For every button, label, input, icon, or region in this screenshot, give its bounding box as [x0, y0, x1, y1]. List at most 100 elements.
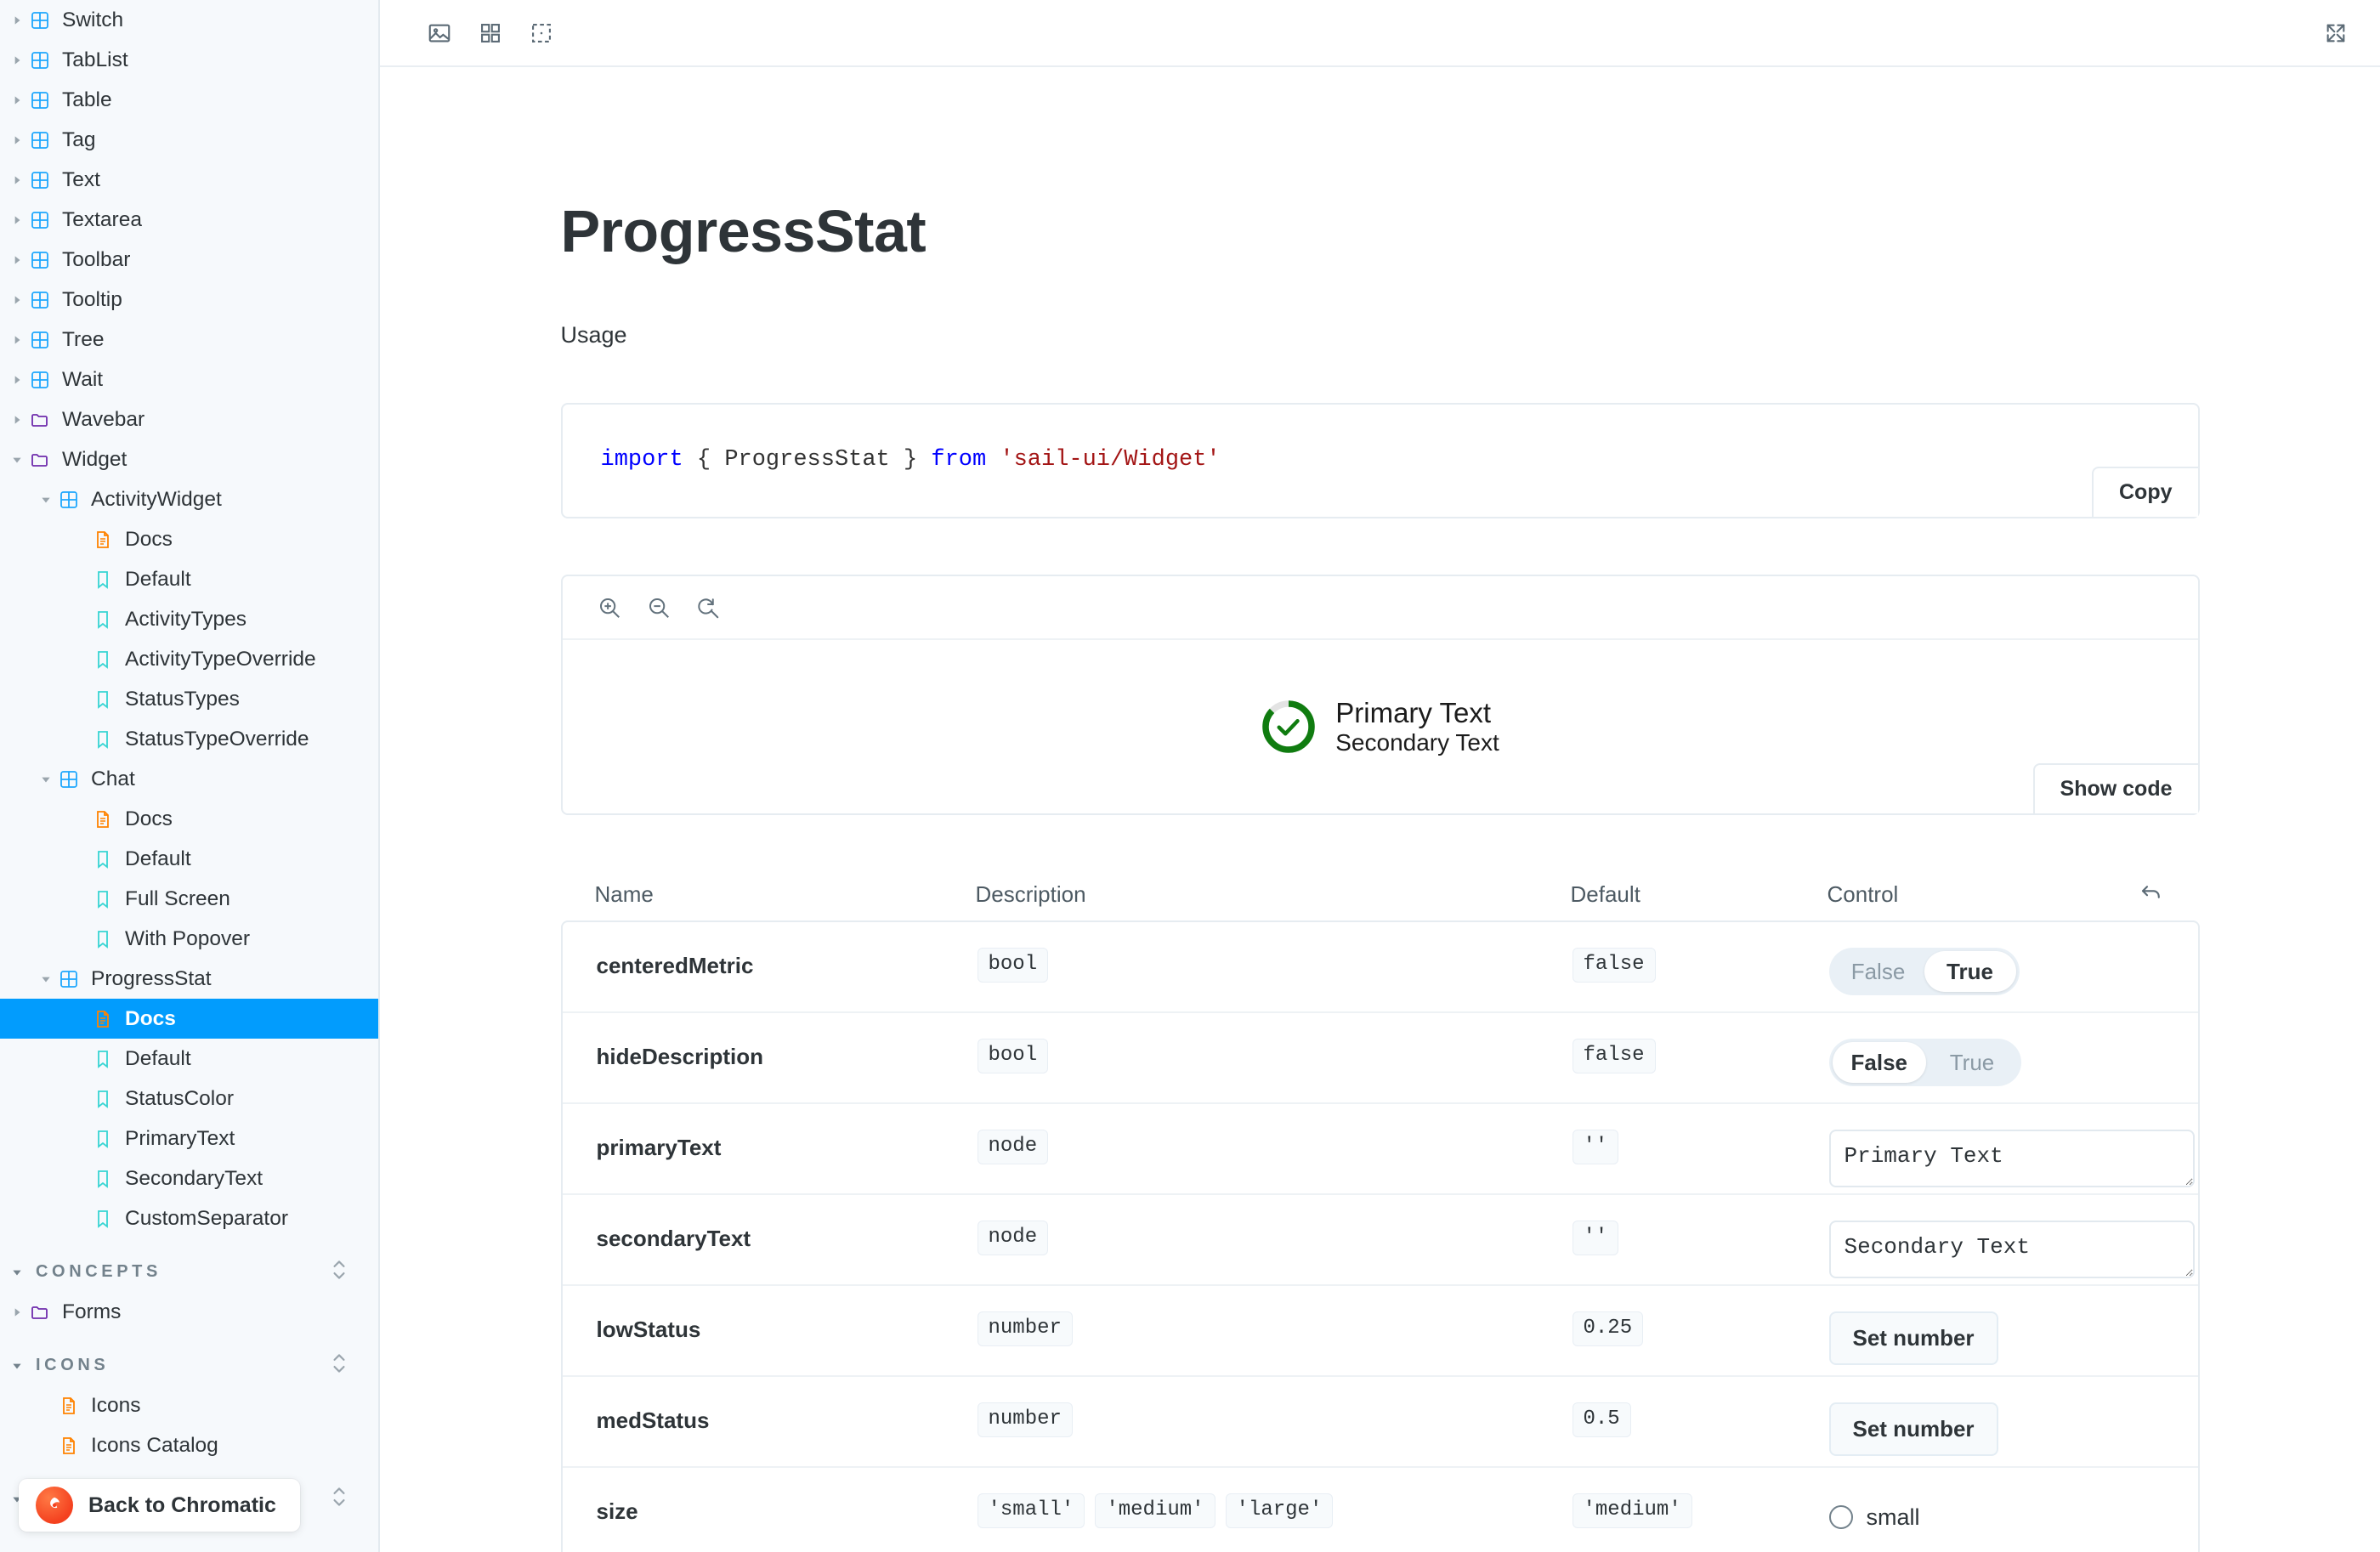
table-row: primaryText node '' — [562, 1104, 2198, 1195]
selection-icon[interactable] — [516, 8, 567, 59]
secondaryText-textarea[interactable] — [1828, 1221, 2195, 1278]
sidebar-item-toolbar[interactable]: Toolbar — [0, 240, 378, 280]
bool-toggle-option-true[interactable]: True — [1924, 951, 2016, 992]
sidebar-item-tag[interactable]: Tag — [0, 120, 378, 160]
sidebar-item-wavebar[interactable]: Wavebar — [0, 399, 378, 439]
expand-collapse-icon[interactable] — [329, 1484, 349, 1515]
chevron-down-icon[interactable] — [37, 959, 54, 999]
zoom-in-icon[interactable] — [585, 583, 634, 632]
chevron-right-icon[interactable] — [8, 0, 26, 40]
sidebar-item-docs[interactable]: Docs — [0, 519, 378, 559]
component-icon — [26, 370, 54, 390]
sidebar-item-table[interactable]: Table — [0, 80, 378, 120]
reset-controls-icon[interactable] — [2139, 881, 2164, 907]
docs-icon — [88, 809, 117, 830]
chevron-right-icon[interactable] — [8, 360, 26, 399]
chevron-down-icon[interactable] — [37, 759, 54, 799]
chevron-down-icon[interactable] — [8, 439, 26, 479]
sidebar-section-icons[interactable]: ICONS — [0, 1345, 378, 1385]
sidebar-item-switch[interactable]: Switch — [0, 0, 378, 40]
chevron-right-icon[interactable] — [8, 200, 26, 240]
sidebar-item-secondarytext[interactable]: SecondaryText — [0, 1158, 378, 1198]
sidebar-item-label: Icons Catalog — [91, 1433, 218, 1457]
chevron-down-icon[interactable] — [8, 1252, 26, 1292]
sidebar-section-concepts[interactable]: CONCEPTS — [0, 1252, 378, 1292]
chevron-right-icon[interactable] — [8, 280, 26, 320]
sidebar-item-primarytext[interactable]: PrimaryText — [0, 1119, 378, 1158]
sidebar-item-statustypeoverride[interactable]: StatusTypeOverride — [0, 719, 378, 759]
chevron-down-icon[interactable] — [37, 479, 54, 519]
chevron-right-icon[interactable] — [8, 40, 26, 80]
chevron-right-icon[interactable] — [8, 80, 26, 120]
sidebar-item-widget[interactable]: Widget — [0, 439, 378, 479]
bool-toggle[interactable]: False True — [1828, 948, 2020, 995]
bool-toggle-option-true[interactable]: True — [1926, 1042, 2018, 1083]
sidebar-item-chat[interactable]: Chat — [0, 759, 378, 799]
chevron-down-icon[interactable] — [8, 1345, 26, 1385]
grid-icon[interactable] — [465, 8, 516, 59]
sidebar-item-activitytypes[interactable]: ActivityTypes — [0, 599, 378, 639]
sidebar-section-label: CONCEPTS — [36, 1262, 162, 1281]
expand-icon[interactable] — [2310, 8, 2361, 59]
arg-default: false — [1572, 1039, 1829, 1074]
sidebar-item-docs[interactable]: Docs — [0, 999, 378, 1039]
chevron-right-icon[interactable] — [8, 160, 26, 200]
sidebar-item-activitywidget[interactable]: ActivityWidget — [0, 479, 378, 519]
chromatic-logo-icon — [36, 1487, 73, 1524]
sidebar-item-tooltip[interactable]: Tooltip — [0, 280, 378, 320]
sidebar-item-default[interactable]: Default — [0, 839, 378, 879]
component-icon — [26, 330, 54, 350]
radio-option-medium[interactable]: medium — [1829, 1541, 2164, 1552]
args-table: Name Description Default Control centere… — [560, 868, 2200, 1552]
sidebar-item-customseparator[interactable]: CustomSeparator — [0, 1198, 378, 1238]
sidebar-item-statustypes[interactable]: StatusTypes — [0, 679, 378, 719]
bool-toggle[interactable]: False True — [1828, 1039, 2021, 1086]
args-table-body: centeredMetric bool false False True hideDesc… — [560, 920, 2200, 1552]
radio-option-small[interactable]: small — [1828, 1493, 2164, 1541]
chevron-right-icon[interactable] — [8, 399, 26, 439]
set-number-button[interactable]: Set number — [1828, 1402, 1998, 1456]
primaryText-textarea[interactable] — [1828, 1130, 2195, 1187]
sidebar-item-progressstat[interactable]: ProgressStat — [0, 959, 378, 999]
sidebar-item-forms[interactable]: Forms — [0, 1292, 378, 1332]
sidebar-item-icons[interactable]: Icons — [0, 1385, 378, 1425]
caret-placeholder — [37, 1385, 54, 1425]
chevron-right-icon[interactable] — [8, 1292, 26, 1332]
sidebar-item-icons-catalog[interactable]: Icons Catalog — [0, 1425, 378, 1465]
sidebar-item-with-popover[interactable]: With Popover — [0, 919, 378, 959]
bool-toggle-option-false[interactable]: False — [1832, 1042, 1926, 1083]
expand-collapse-icon[interactable] — [329, 1257, 349, 1288]
chevron-right-icon[interactable] — [8, 240, 26, 280]
back-to-chromatic-label: Back to Chromatic — [88, 1493, 276, 1517]
sidebar-item-tree[interactable]: Tree — [0, 320, 378, 360]
sidebar-item-label: Icons — [91, 1393, 141, 1417]
type-chip: 'small' — [977, 1493, 1085, 1529]
sidebar-item-default[interactable]: Default — [0, 1039, 378, 1079]
sidebar-item-textarea[interactable]: Textarea — [0, 200, 378, 240]
component-icon — [26, 50, 54, 71]
bool-toggle-option-false[interactable]: False — [1833, 951, 1924, 992]
back-to-chromatic-button[interactable]: Back to Chromatic — [19, 1479, 300, 1532]
set-number-button[interactable]: Set number — [1828, 1311, 1998, 1365]
radio-icon[interactable] — [1828, 1505, 1853, 1529]
sidebar-item-docs[interactable]: Docs — [0, 799, 378, 839]
arg-control: Set number — [1828, 1311, 2198, 1365]
zoom-reset-icon[interactable] — [683, 583, 733, 632]
image-icon[interactable] — [414, 8, 465, 59]
sidebar-item-statuscolor[interactable]: StatusColor — [0, 1079, 378, 1119]
sidebar-item-label: Docs — [125, 1006, 176, 1030]
chevron-right-icon[interactable] — [8, 120, 26, 160]
chevron-right-icon[interactable] — [8, 320, 26, 360]
sidebar-item-full-screen[interactable]: Full Screen — [0, 879, 378, 919]
sidebar-item-wait[interactable]: Wait — [0, 360, 378, 399]
sidebar-item-activitytypeoverride[interactable]: ActivityTypeOverride — [0, 639, 378, 679]
show-code-button[interactable]: Show code — [2032, 763, 2198, 813]
story-icon — [88, 1129, 117, 1149]
zoom-out-icon[interactable] — [634, 583, 683, 632]
sidebar-item-tablist[interactable]: TabList — [0, 40, 378, 80]
expand-collapse-icon[interactable] — [329, 1351, 349, 1381]
sidebar-item-label: ActivityTypeOverride — [125, 647, 316, 671]
copy-button[interactable]: Copy — [2092, 467, 2198, 517]
sidebar-item-default[interactable]: Default — [0, 559, 378, 599]
sidebar-item-text[interactable]: Text — [0, 160, 378, 200]
